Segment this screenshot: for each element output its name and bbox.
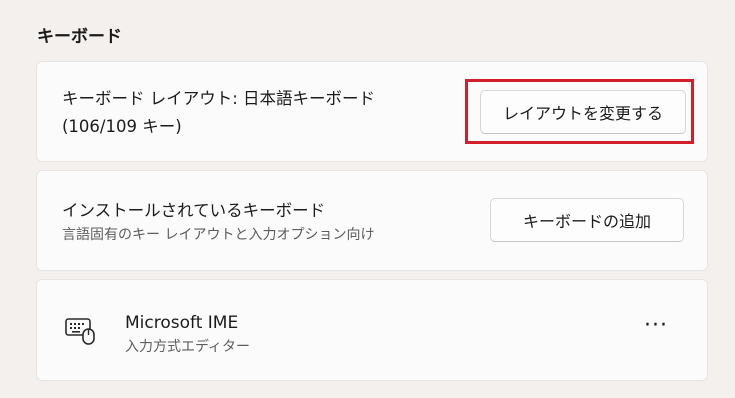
add-keyboard-button[interactable]: キーボードの追加 — [490, 198, 684, 242]
microsoft-ime-card[interactable]: Microsoft IME 入力方式エディター ··· — [36, 279, 708, 381]
ime-name: Microsoft IME — [125, 313, 239, 333]
section-title: キーボード — [37, 27, 122, 47]
installed-keyboards-title: インストールされているキーボード — [62, 201, 326, 220]
keyboard-layout-key-count: (106/109 キー) — [62, 117, 182, 136]
keyboard-layout-text: キーボード レイアウト: 日本語キーボード (106/109 キー) — [62, 85, 375, 141]
ime-description: 入力方式エディター — [125, 339, 251, 355]
more-options-button[interactable]: ··· — [634, 309, 678, 353]
keyboard-mouse-icon — [65, 316, 97, 346]
ime-text: Microsoft IME 入力方式エディター — [125, 309, 250, 357]
installed-keyboards-card: インストールされているキーボード 言語固有のキー レイアウトと入力オプション向け… — [36, 170, 708, 271]
installed-keyboards-text: インストールされているキーボード 言語固有のキー レイアウトと入力オプション向け — [62, 197, 374, 245]
keyboard-layout-title: キーボード レイアウト: 日本語キーボード — [62, 89, 376, 108]
installed-keyboards-description: 言語固有のキー レイアウトと入力オプション向け — [62, 227, 375, 243]
highlight-box — [465, 79, 694, 144]
